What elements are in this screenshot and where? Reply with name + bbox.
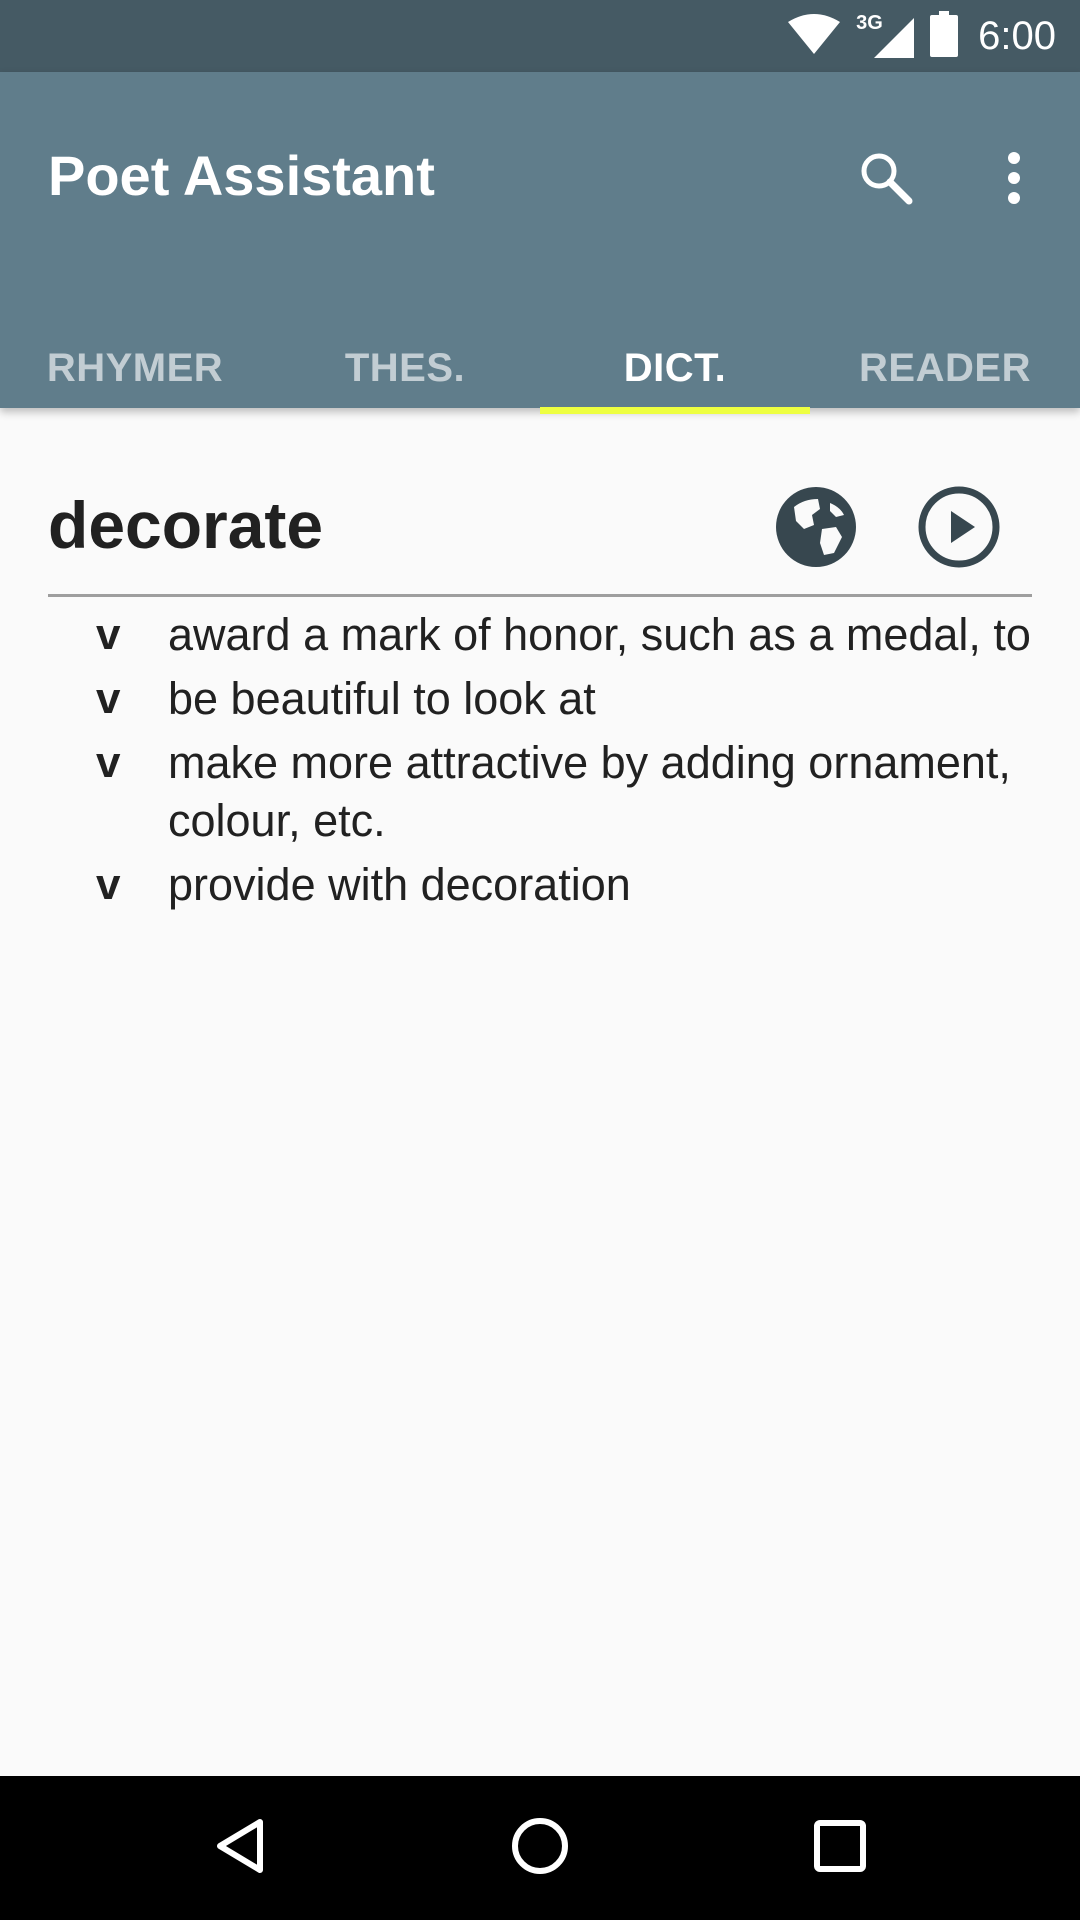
definition-text: award a mark of honor, such as a medal, … [168,609,1031,660]
tab-reader[interactable]: READER [810,328,1080,408]
app-bar: Poet Assistant RHYMER THES. DICT. READER [0,72,1080,414]
back-icon [212,1816,268,1881]
tab-thesaurus[interactable]: THES. [270,328,540,408]
recents-button[interactable] [804,1812,876,1884]
tab-label: RHYMER [46,345,224,390]
app-title: Poet Assistant [48,144,435,207]
definition-item[interactable]: v provide with decoration [96,856,1036,914]
tab-label: READER [859,345,1031,390]
play-button[interactable] [914,484,1004,574]
part-of-speech: v [96,674,121,723]
part-of-speech: v [96,738,121,787]
battery-icon [930,10,959,62]
part-of-speech: v [96,610,121,659]
definitions-list: v award a mark of honor, such as a medal… [96,606,1036,920]
definition-item[interactable]: v be beautiful to look at [96,670,1036,728]
tab-label: THES. [344,345,466,390]
definition-text: make more attractive by adding ornament,… [168,737,1011,846]
definition-text: provide with decoration [168,859,631,910]
part-of-speech: v [96,860,121,909]
play-icon [917,485,1001,574]
status-time: 6:00 [978,13,1056,58]
home-icon [510,1816,570,1881]
navigation-bar [0,1776,1080,1920]
divider [48,594,1032,597]
tab-bar: RHYMER THES. DICT. READER [0,328,1080,414]
overflow-menu-button[interactable] [978,144,1050,216]
recents-icon [812,1818,868,1879]
tab-indicator [540,407,810,414]
definition-item[interactable]: v make more attractive by adding ornamen… [96,734,1036,850]
tab-dictionary[interactable]: DICT. [540,328,810,414]
definition-text: be beautiful to look at [168,673,596,724]
status-bar: 3G 6:00 [0,0,1080,72]
cell-signal-icon: 3G [856,12,916,60]
tab-label: DICT. [623,345,727,390]
search-icon [856,148,916,213]
overflow-menu-icon [1004,150,1024,211]
status-icons: 3G 6:00 [786,0,1056,72]
dictionary-word: decorate [48,488,324,562]
home-button[interactable] [504,1812,576,1884]
web-search-button[interactable] [771,484,861,574]
search-button[interactable] [850,144,922,216]
back-button[interactable] [204,1812,276,1884]
tab-rhymer[interactable]: RHYMER [0,328,270,408]
dictionary-header: decorate [48,470,1032,590]
web-search-icon [774,485,858,574]
wifi-icon [786,13,842,59]
definition-item[interactable]: v award a mark of honor, such as a medal… [96,606,1036,664]
